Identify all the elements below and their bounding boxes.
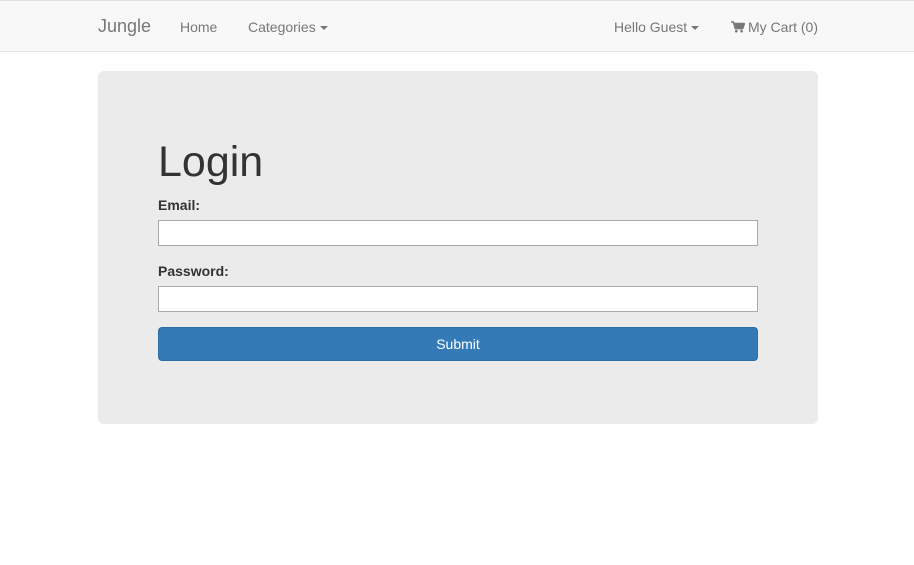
submit-button[interactable]: Submit (158, 327, 758, 361)
password-label: Password: (158, 263, 229, 279)
email-field[interactable] (158, 220, 758, 246)
nav-categories-dropdown[interactable]: Categories (248, 17, 328, 37)
cart-link[interactable]: My Cart (0) (731, 17, 818, 38)
caret-down-icon (691, 26, 700, 31)
nav-home-link[interactable]: Home (180, 17, 217, 37)
top-navbar: Jungle Home Categories Hello Guest My Ca… (0, 0, 914, 52)
shopping-cart-icon (731, 18, 746, 38)
user-menu-label: Hello Guest (614, 19, 688, 35)
login-panel: Login Email: Password: Submit (98, 71, 818, 424)
user-menu-dropdown[interactable]: Hello Guest (614, 17, 700, 37)
cart-label: My Cart (0) (748, 19, 818, 35)
navbar-container: Jungle Home Categories Hello Guest My Ca… (98, 1, 818, 51)
caret-down-icon (319, 26, 328, 31)
email-label: Email: (158, 197, 201, 213)
brand-link[interactable]: Jungle (98, 16, 151, 36)
password-field[interactable] (158, 286, 758, 312)
page-title: Login (158, 138, 264, 186)
nav-categories-label: Categories (248, 19, 316, 35)
